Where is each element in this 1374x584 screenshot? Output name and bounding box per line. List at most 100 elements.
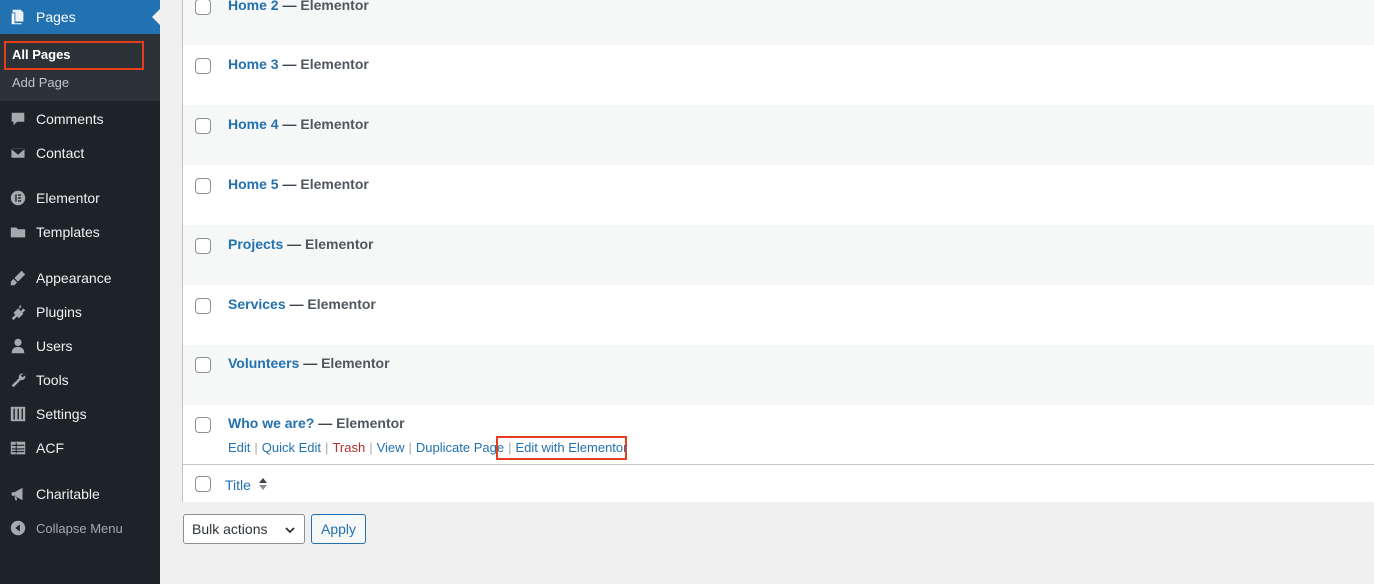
- wrench-icon: [0, 371, 36, 389]
- table-row: Who we are? — Elementor: [183, 405, 1374, 465]
- table-row: Volunteers — Elementor: [183, 345, 1374, 405]
- post-state: Elementor: [305, 236, 374, 252]
- megaphone-icon: [0, 485, 36, 503]
- row-checkbox[interactable]: [195, 357, 211, 373]
- menu-charitable[interactable]: Charitable: [0, 477, 160, 511]
- menu-acf-label: ACF: [36, 440, 64, 456]
- menu-pages[interactable]: Pages: [0, 0, 160, 34]
- paintbrush-icon: [0, 269, 36, 287]
- submenu-add-page[interactable]: Add Page: [12, 75, 69, 90]
- post-state: Elementor: [336, 415, 405, 431]
- page-title-link[interactable]: Who we are?: [228, 415, 314, 431]
- post-state: Elementor: [300, 0, 369, 13]
- menu-comments[interactable]: Comments: [0, 102, 160, 136]
- page-title-link[interactable]: Home 4: [228, 116, 279, 132]
- page-title-link[interactable]: Services: [228, 296, 286, 312]
- menu-tools-label: Tools: [36, 372, 69, 388]
- all-pages-highlight-box: [4, 41, 144, 70]
- menu-plugins-label: Plugins: [36, 304, 82, 320]
- table-row: Services — Elementor: [183, 285, 1374, 345]
- post-state: Elementor: [300, 176, 369, 192]
- menu-templates-label: Templates: [36, 224, 100, 240]
- menu-appearance-label: Appearance: [36, 270, 112, 286]
- menu-appearance[interactable]: Appearance: [0, 261, 160, 295]
- user-icon: [0, 337, 36, 355]
- table-row: Home 3 — Elementor: [183, 45, 1374, 105]
- menu-elementor[interactable]: Elementor: [0, 181, 160, 215]
- row-checkbox[interactable]: [195, 417, 211, 433]
- row-title: Home 5 — Elementor: [228, 176, 369, 192]
- separator: |: [369, 440, 373, 455]
- table-row: Home 4 — Elementor: [183, 105, 1374, 165]
- post-state: Elementor: [321, 355, 390, 371]
- state-dash: —: [289, 296, 304, 312]
- post-state: Elementor: [307, 296, 376, 312]
- menu-settings-label: Settings: [36, 406, 87, 422]
- menu-templates[interactable]: Templates: [0, 215, 160, 249]
- state-dash: —: [318, 415, 333, 431]
- page-title-link[interactable]: Home 3: [228, 56, 279, 72]
- row-title: Home 3 — Elementor: [228, 56, 369, 72]
- menu-comments-label: Comments: [36, 111, 104, 127]
- pages-icon: [0, 8, 36, 26]
- row-checkbox[interactable]: [195, 118, 211, 134]
- state-dash: —: [282, 116, 297, 132]
- collapse-menu-label: Collapse Menu: [36, 520, 123, 536]
- elementor-icon: [0, 189, 36, 207]
- quick-edit-link[interactable]: Quick Edit: [262, 440, 321, 455]
- table-row: Home 5 — Elementor: [183, 165, 1374, 225]
- folder-icon: [0, 223, 36, 241]
- sort-icon[interactable]: [258, 476, 268, 495]
- menu-users-label: Users: [36, 338, 73, 354]
- bulk-actions-value: Bulk actions: [192, 521, 268, 537]
- title-column-header[interactable]: Title: [225, 477, 251, 493]
- trash-link[interactable]: Trash: [332, 440, 365, 455]
- row-title: Volunteers — Elementor: [228, 355, 390, 371]
- mail-icon: [0, 144, 36, 162]
- row-checkbox[interactable]: [195, 178, 211, 194]
- table-row: Home 2 — Elementor: [183, 0, 1374, 45]
- table-footer-row: Title: [183, 464, 1374, 502]
- menu-settings[interactable]: Settings: [0, 397, 160, 431]
- page-title-link[interactable]: Home 5: [228, 176, 279, 192]
- menu-charitable-label: Charitable: [36, 486, 100, 502]
- bulk-actions-select[interactable]: Bulk actions: [183, 514, 305, 544]
- apply-button[interactable]: Apply: [311, 514, 366, 544]
- comments-icon: [0, 110, 36, 128]
- select-all-checkbox[interactable]: [195, 476, 211, 492]
- menu-pages-label: Pages: [36, 9, 76, 25]
- state-dash: —: [282, 176, 297, 192]
- menu-contact[interactable]: Contact: [0, 136, 160, 170]
- page-title-link[interactable]: Home 2: [228, 0, 279, 13]
- menu-users[interactable]: Users: [0, 329, 160, 363]
- state-dash: —: [282, 0, 297, 13]
- menu-plugins[interactable]: Plugins: [0, 295, 160, 329]
- row-checkbox[interactable]: [195, 58, 211, 74]
- page-title-link[interactable]: Volunteers: [228, 355, 299, 371]
- plugin-icon: [0, 303, 36, 321]
- menu-tools[interactable]: Tools: [0, 363, 160, 397]
- table-row: Projects — Elementor: [183, 225, 1374, 285]
- row-checkbox[interactable]: [195, 0, 211, 15]
- row-title: Who we are? — Elementor: [228, 415, 405, 431]
- view-link[interactable]: View: [377, 440, 405, 455]
- sliders-icon: [0, 405, 36, 423]
- row-title: Home 2 — Elementor: [228, 0, 369, 13]
- edit-link[interactable]: Edit: [228, 440, 250, 455]
- collapse-menu-button[interactable]: Collapse Menu: [0, 511, 160, 545]
- row-title: Services — Elementor: [228, 296, 376, 312]
- separator: |: [254, 440, 258, 455]
- duplicate-page-link[interactable]: Duplicate Page: [416, 440, 504, 455]
- state-dash: —: [303, 355, 318, 371]
- menu-contact-label: Contact: [36, 145, 85, 161]
- separator: |: [325, 440, 329, 455]
- state-dash: —: [287, 236, 302, 252]
- row-title: Home 4 — Elementor: [228, 116, 369, 132]
- page-title-link[interactable]: Projects: [228, 236, 283, 252]
- row-checkbox[interactable]: [195, 238, 211, 254]
- edit-with-elementor-highlight-box: [496, 436, 627, 460]
- row-checkbox[interactable]: [195, 298, 211, 314]
- pages-list-table: Home 2 — Elementor Home 3 — Elementor Ho…: [182, 0, 1374, 502]
- menu-acf[interactable]: ACF: [0, 431, 160, 465]
- separator: |: [408, 440, 412, 455]
